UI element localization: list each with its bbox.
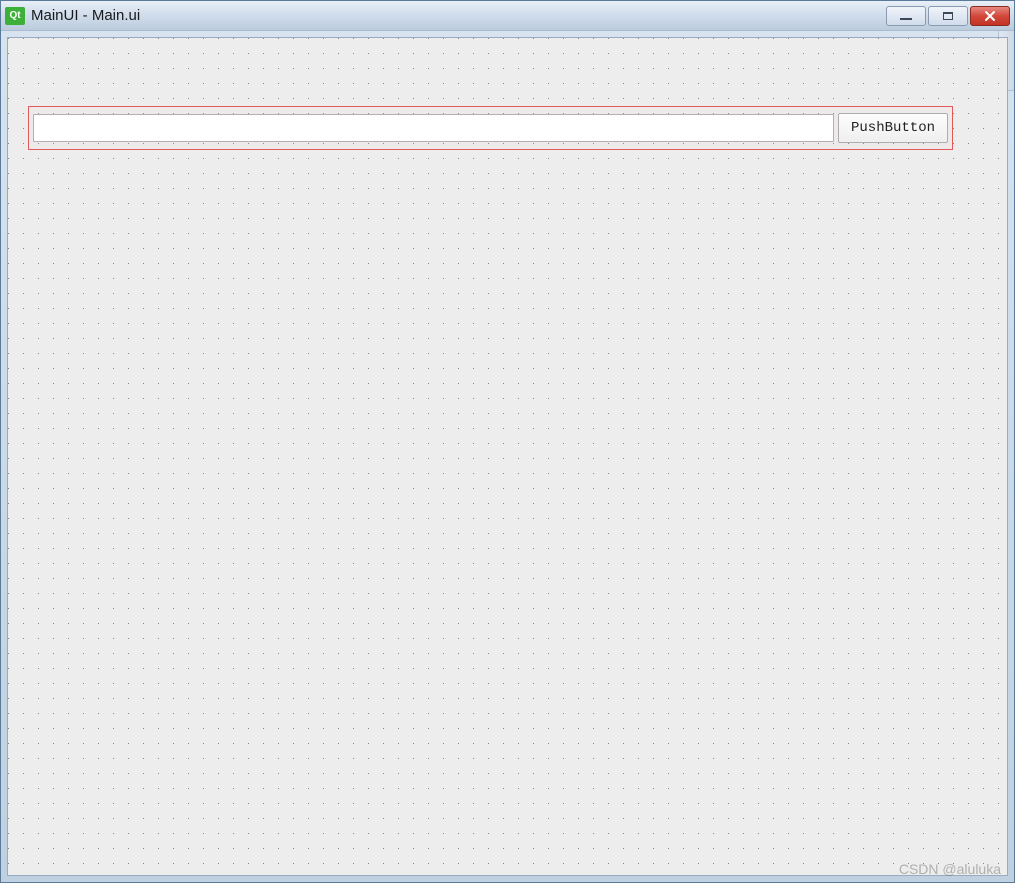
push-button[interactable]: PushButton [838,113,948,143]
minimize-icon [900,18,912,20]
line-edit[interactable] [33,114,834,142]
window-controls [886,6,1010,26]
titlebar[interactable]: Qt MainUI - Main.ui [1,1,1014,31]
window-frame: Qt MainUI - Main.ui PushButton [0,0,1015,883]
maximize-button[interactable] [928,6,968,26]
qt-app-icon: Qt [5,7,25,25]
maximize-icon [943,12,953,20]
close-button[interactable] [970,6,1010,26]
close-icon [983,9,997,23]
window-title: MainUI - Main.ui [31,7,886,24]
form-designer-canvas[interactable]: PushButton [7,37,1008,876]
form-root[interactable]: PushButton [16,46,999,867]
horizontal-layout[interactable]: PushButton [28,106,953,150]
minimize-button[interactable] [886,6,926,26]
